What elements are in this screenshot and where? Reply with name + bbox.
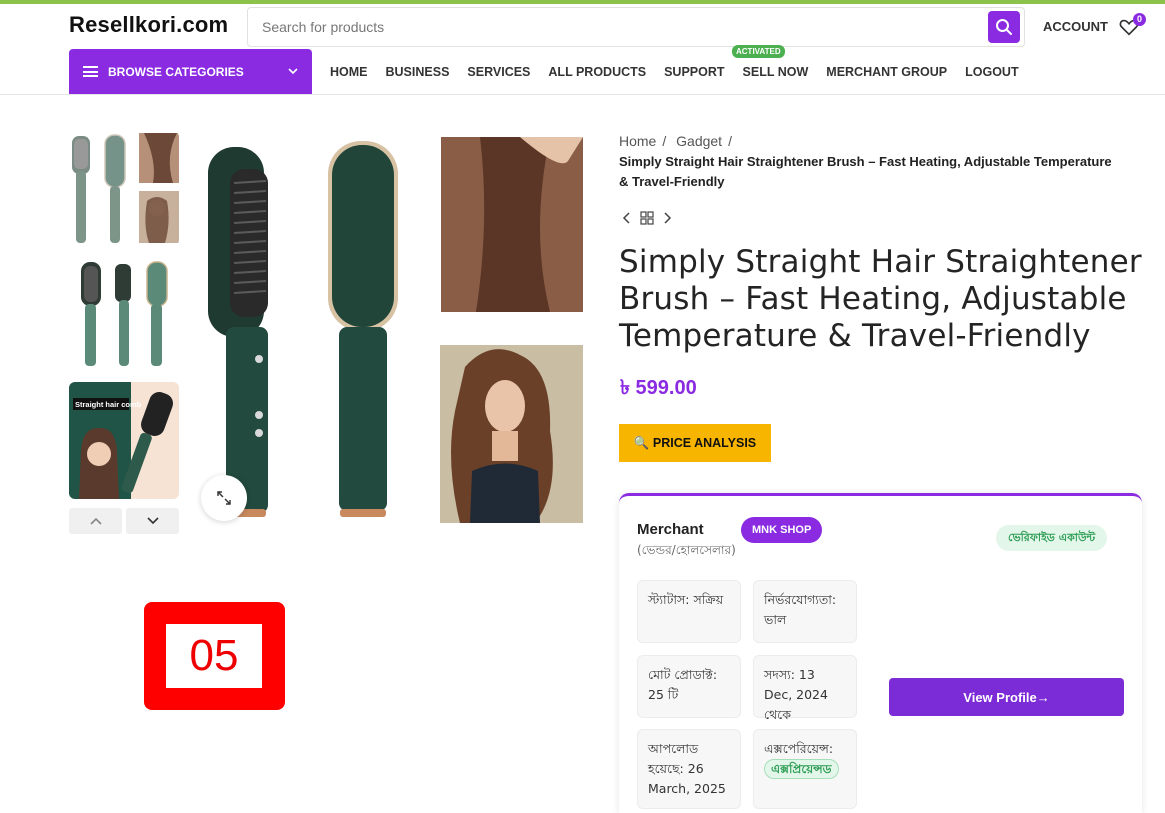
- merchant-label: Merchant: [637, 521, 704, 538]
- top-accent-bar: [0, 0, 1165, 4]
- overlay-number: 05: [166, 624, 262, 688]
- experience-badge: এক্সপ্রিয়েন্সড: [764, 759, 839, 779]
- chevron-left-icon[interactable]: [622, 211, 632, 225]
- product-thumbnail-1[interactable]: [69, 131, 179, 246]
- browse-categories-button[interactable]: BROWSE CATEGORIES: [69, 49, 312, 94]
- expand-icon: [217, 491, 231, 505]
- thumbnails-next-button[interactable]: [126, 508, 179, 534]
- menu-home[interactable]: HOME: [330, 65, 368, 79]
- menu-logout[interactable]: LOGOUT: [965, 65, 1018, 79]
- view-profile-button[interactable]: View Profile→: [889, 678, 1124, 716]
- menu-sell-now[interactable]: SELL NOW: [743, 65, 809, 79]
- zoom-button[interactable]: [201, 475, 247, 521]
- search-input[interactable]: [262, 17, 962, 37]
- wishlist-count-badge: 0: [1133, 13, 1146, 26]
- chevron-up-icon: [89, 517, 102, 525]
- search-bar: [247, 7, 1025, 47]
- product-title: Simply Straight Hair Straightener Brush …: [619, 244, 1142, 354]
- merchant-subtitle: (ভেন্ডর/হোলসেলার): [637, 543, 736, 557]
- product-thumbnail-3[interactable]: Straight hair comb: [69, 382, 179, 499]
- browse-categories-label: BROWSE CATEGORIES: [108, 64, 244, 79]
- thumbnails-prev-button[interactable]: [69, 508, 122, 534]
- stat-experience: এক্সপেরিয়েন্স: এক্সপ্রিয়েন্সড: [753, 729, 857, 809]
- stat-reliability: নির্ভরযোগ্যতা: ভাল: [753, 580, 857, 643]
- breadcrumb-gadget[interactable]: Gadget: [676, 133, 722, 149]
- search-icon: [996, 19, 1012, 35]
- menu-business[interactable]: BUSINESS: [386, 65, 450, 79]
- breadcrumb-separator: /: [662, 133, 667, 149]
- experience-label: এক্সপেরিয়েন্স:: [764, 741, 834, 756]
- stat-member-since: সদস্য: 13 Dec, 2024 থেকে: [753, 655, 857, 722]
- chevron-down-icon: [146, 517, 159, 525]
- main-product-image[interactable]: [190, 131, 585, 531]
- overlay-number-badge: 05: [144, 602, 285, 710]
- verified-account-badge: ভেরিফাইড একাউন্ট: [996, 525, 1108, 551]
- breadcrumb-current: Simply Straight Hair Straightener Brush …: [619, 154, 1112, 189]
- merchant-shop-badge[interactable]: MNK SHOP: [741, 517, 823, 543]
- merchant-card: Merchant (ভেন্ডর/হোলসেলার) MNK SHOP ভেরি…: [619, 493, 1142, 813]
- product-thumbnail-2[interactable]: [69, 258, 179, 370]
- grid-icon[interactable]: [640, 211, 654, 225]
- stat-total-products: মোট প্রোডাক্ট: 25 টি: [637, 655, 741, 718]
- stat-status: স্ট্যাটাস: সক্রিয়: [637, 580, 741, 643]
- search-button[interactable]: [988, 11, 1020, 43]
- menu-services[interactable]: SERVICES: [467, 65, 530, 79]
- stat-uploaded: আপলোড হয়েছে: 26 March, 2025: [637, 729, 741, 809]
- chevron-right-icon[interactable]: [662, 211, 672, 225]
- breadcrumb-home[interactable]: Home: [619, 133, 656, 149]
- price-analysis-button[interactable]: 🔍 PRICE ANALYSIS: [619, 424, 771, 462]
- breadcrumb: Home / Gadget /: [619, 133, 738, 149]
- menu-support[interactable]: SUPPORT: [664, 65, 724, 79]
- header-divider: [0, 94, 1165, 95]
- breadcrumb-separator: /: [728, 133, 732, 149]
- site-logo[interactable]: Resellkori.com: [69, 12, 228, 38]
- hamburger-icon: [83, 66, 98, 77]
- menu-all-products[interactable]: ALL PRODUCTS: [548, 65, 646, 79]
- product-navigation: [622, 211, 672, 225]
- activated-badge: ACTIVATED: [732, 45, 785, 58]
- main-menu: HOME BUSINESS SERVICES ALL PRODUCTS SUPP…: [330, 65, 1037, 79]
- thumbnail-caption: Straight hair comb: [75, 400, 142, 409]
- account-link[interactable]: ACCOUNT: [1043, 19, 1108, 34]
- menu-merchant-group[interactable]: MERCHANT GROUP: [826, 65, 947, 79]
- product-price: ৳ 599.00: [620, 377, 697, 399]
- chevron-down-icon: [288, 68, 298, 75]
